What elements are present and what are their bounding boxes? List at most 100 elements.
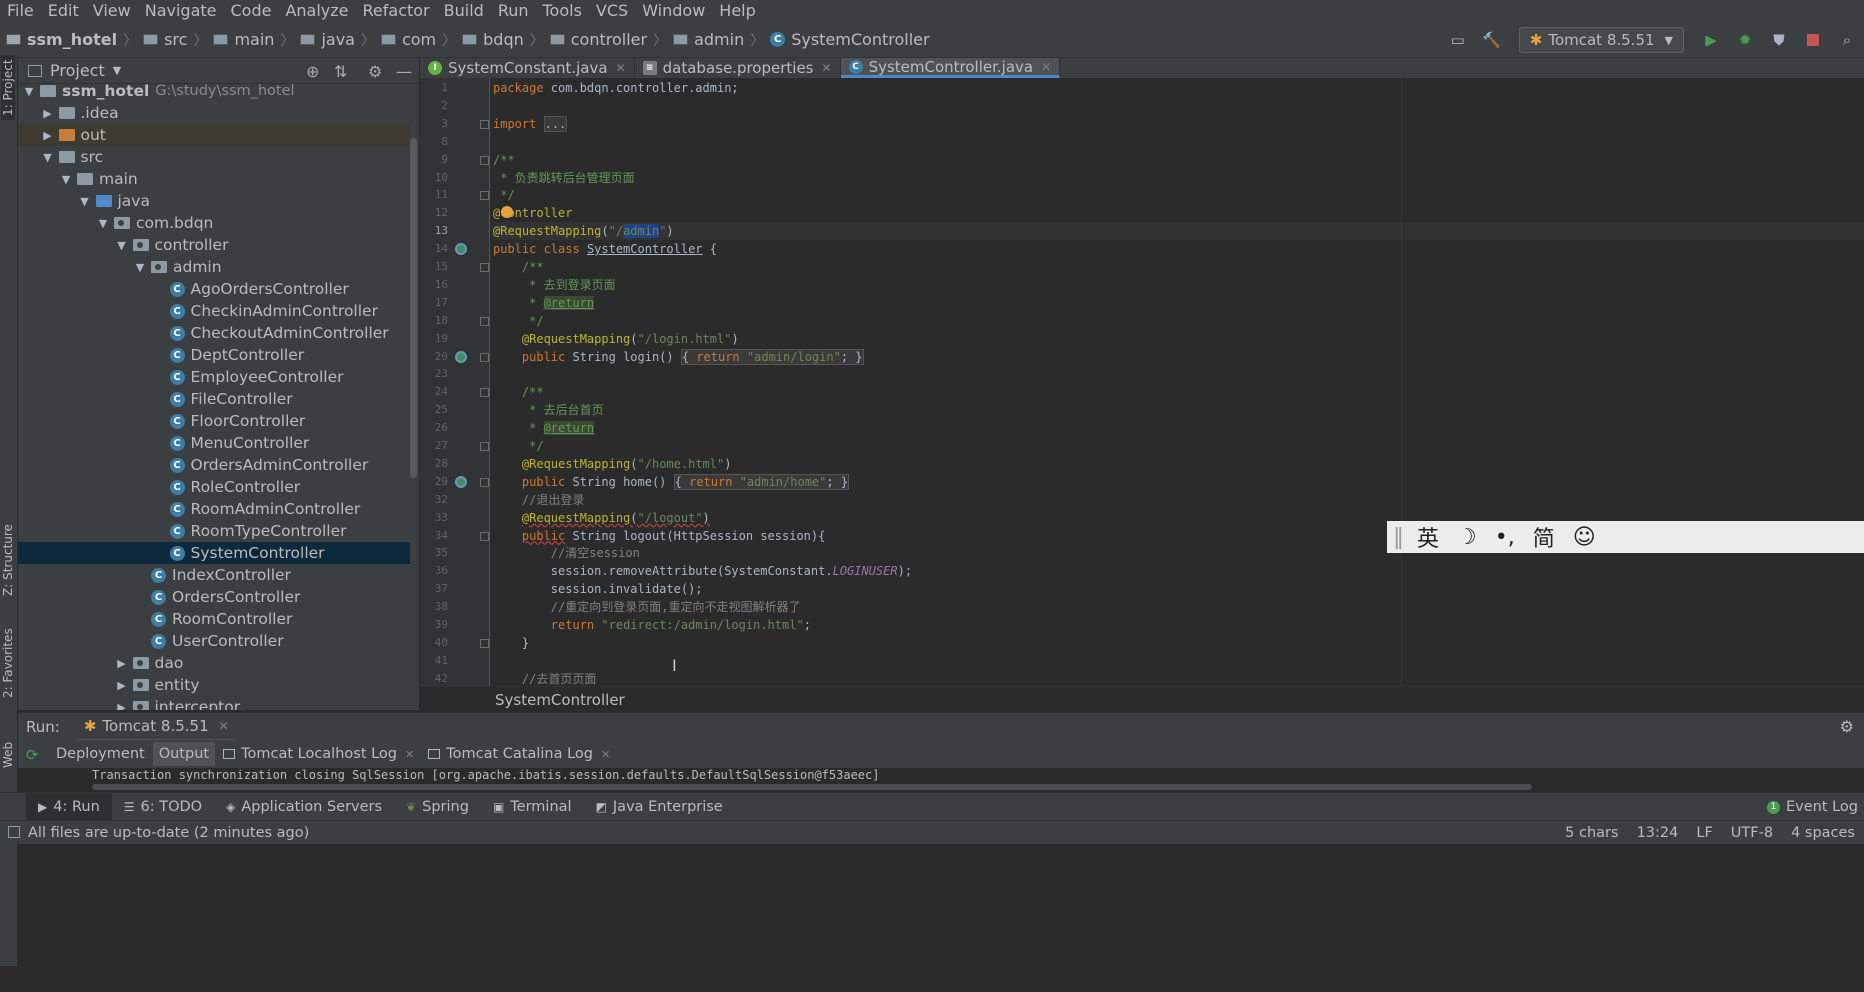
chevron-right-icon[interactable]: ▶ [117,679,127,692]
ime-emoji-icon[interactable]: ☺ [1573,525,1596,550]
spring-bean-icon[interactable] [455,350,467,363]
build-hammer-icon[interactable]: 🔨 [1481,29,1503,51]
run-tab-output[interactable]: Output [152,742,216,766]
indent-setting[interactable]: 4 spaces [1791,825,1855,841]
breadcrumb-java[interactable]: java 〉 [300,30,381,50]
breadcrumb-src[interactable]: src 〉 [143,30,213,50]
breadcrumb-com[interactable]: com 〉 [380,30,462,50]
run-icon[interactable]: ▶ [1700,29,1722,51]
ime-punctuation-icon[interactable]: •, [1495,525,1515,550]
close-icon[interactable]: ✕ [601,748,610,761]
fold-marker-icon[interactable] [480,388,489,398]
structure-tool-button[interactable]: Z: Structure [1,524,15,596]
editor-breadcrumb[interactable]: SystemController [420,686,1864,712]
hide-icon[interactable]: — [396,62,412,81]
debug-icon[interactable]: ✹ [1734,29,1756,51]
web-tool-button[interactable]: Web [1,742,15,768]
menu-item-code[interactable]: Code [224,0,279,22]
breadcrumb-project[interactable]: ssm_hotel 〉 [6,30,143,50]
tree-item-FloorController[interactable]: C FloorController [18,410,410,432]
tree-folder-out[interactable]: ▶ out [18,124,410,146]
collapse-icon[interactable]: ⇅ [334,62,347,81]
chevron-down-icon[interactable]: ▼ [135,261,145,274]
tree-item-AgoOrdersController[interactable]: C AgoOrdersController [18,278,410,300]
breadcrumb-admin[interactable]: admin 〉 [673,30,770,50]
spring-bean-icon[interactable] [455,475,467,488]
search-icon[interactable]: ⌕ [1836,29,1858,51]
editor-tab[interactable]: I SystemConstant.java ✕ [420,58,635,78]
chevron-right-icon[interactable]: ▶ [43,107,53,120]
fold-marker-icon[interactable] [480,263,489,272]
tool-window-spring[interactable]: ❦ Spring [394,793,481,821]
chevron-right-icon[interactable]: ▶ [117,701,127,711]
chevron-right-icon[interactable]: ▶ [43,129,53,142]
run-tab-tomcat-localhost-log[interactable]: Tomcat Localhost Log ✕ [217,742,420,766]
fold-marker-icon[interactable] [480,191,489,201]
breadcrumb-bdqn[interactable]: bdqn 〉 [462,30,550,50]
chevron-down-icon[interactable]: ▼ [61,173,71,186]
tool-window-application-servers[interactable]: ◈ Application Servers [214,793,394,821]
chevron-right-icon[interactable]: ▶ [117,657,127,670]
code-editor[interactable]: package com.bdqn.controller.admin; import… [491,78,1864,686]
tree-item-RoomController[interactable]: C RoomController [18,608,410,630]
tree-folder-dao[interactable]: ▶ dao [18,652,410,674]
ime-handle-icon[interactable]: ‖ [1393,525,1404,550]
menu-item-run[interactable]: Run [491,0,536,22]
chevron-down-icon[interactable]: ▼ [117,239,127,252]
menu-item-vcs[interactable]: VCS [589,0,635,22]
menu-item-refactor[interactable]: Refactor [356,0,437,22]
run-output[interactable]: Transaction synchronization closing SqlS… [18,768,1864,792]
menu-item-view[interactable]: View [86,0,138,22]
project-panel-title[interactable]: Project [50,61,105,80]
tool-window-4-run[interactable]: ▶ 4: Run [26,792,112,821]
close-icon[interactable]: ✕ [405,748,414,761]
tree-item-RoomAdminController[interactable]: C RoomAdminController [18,498,410,520]
tree-item-MenuController[interactable]: C MenuController [18,432,410,454]
menu-item-tools[interactable]: Tools [536,0,589,22]
tree-item-EmployeeController[interactable]: C EmployeeController [18,366,410,388]
tree-item-RoleController[interactable]: C RoleController [18,476,410,498]
close-icon[interactable]: ✕ [1041,60,1051,74]
chevron-down-icon[interactable]: ▼ [43,151,53,164]
chevron-down-icon[interactable]: ▼ [24,85,34,98]
chevron-down-icon[interactable]: ▼ [98,217,108,230]
project-scrollbar[interactable] [410,138,417,478]
status-toggle-icon[interactable] [8,826,20,838]
menu-item-file[interactable]: File [0,0,41,22]
tool-window-terminal[interactable]: ▣ Terminal [481,793,584,821]
tree-item-IndexController[interactable]: C IndexController [18,564,410,586]
coverage-icon[interactable]: ⛊ [1768,29,1790,51]
breadcrumb-controller[interactable]: controller 〉 [549,30,673,50]
close-icon[interactable]: ✕ [219,719,229,733]
tree-folder-com.bdqn[interactable]: ▼ com.bdqn [18,212,410,234]
chevron-down-icon[interactable]: ▼ [80,195,90,208]
tree-item-SystemController[interactable]: C SystemController [18,542,410,564]
tree-folder-ssm_hotel[interactable]: ▼ ssm_hotel G:\study\ssm_hotel [18,80,410,102]
tree-folder-entity[interactable]: ▶ entity [18,674,410,696]
tree-item-UserController[interactable]: C UserController [18,630,410,652]
fold-marker-icon[interactable] [480,119,489,129]
chevron-down-icon[interactable]: ▼ [113,64,121,77]
ime-toolbar[interactable]: ‖ 英 ☽ •, 简 ☺ [1387,521,1864,553]
tree-folder-interceptor[interactable]: ▶ interceptor [18,696,410,710]
tree-item-DeptController[interactable]: C DeptController [18,344,410,366]
run-tab-tomcat[interactable]: ✱ Tomcat 8.5.51 ✕ [77,713,235,741]
event-log-button[interactable]: 1 Event Log [1766,793,1864,821]
menu-item-edit[interactable]: Edit [41,0,86,22]
run-configuration-select[interactable]: ✱ Tomcat 8.5.51 ▼ [1518,27,1684,53]
tool-window-6-todo[interactable]: ☰ 6: TODO [112,793,214,821]
ime-simplified-toggle[interactable]: 简 [1533,521,1555,553]
close-icon[interactable]: ✕ [822,61,832,75]
ime-language-toggle[interactable]: 英 [1417,521,1439,553]
tree-folder-admin[interactable]: ▼ admin [18,256,410,278]
ime-half-width-icon[interactable]: ☽ [1457,525,1477,550]
locate-icon[interactable]: ⊕ [306,62,319,81]
favorites-tool-button[interactable]: 2: Favorites [1,628,15,698]
tree-item-OrdersController[interactable]: C OrdersController [18,586,410,608]
tree-item-CheckoutAdminController[interactable]: C CheckoutAdminController [18,322,410,344]
tree-folder-src[interactable]: ▼ src [18,146,410,168]
fold-marker-icon[interactable] [480,638,489,648]
fold-marker-icon[interactable] [480,352,489,362]
caret-position[interactable]: 13:24 [1637,825,1679,841]
close-icon[interactable]: ✕ [616,61,626,75]
